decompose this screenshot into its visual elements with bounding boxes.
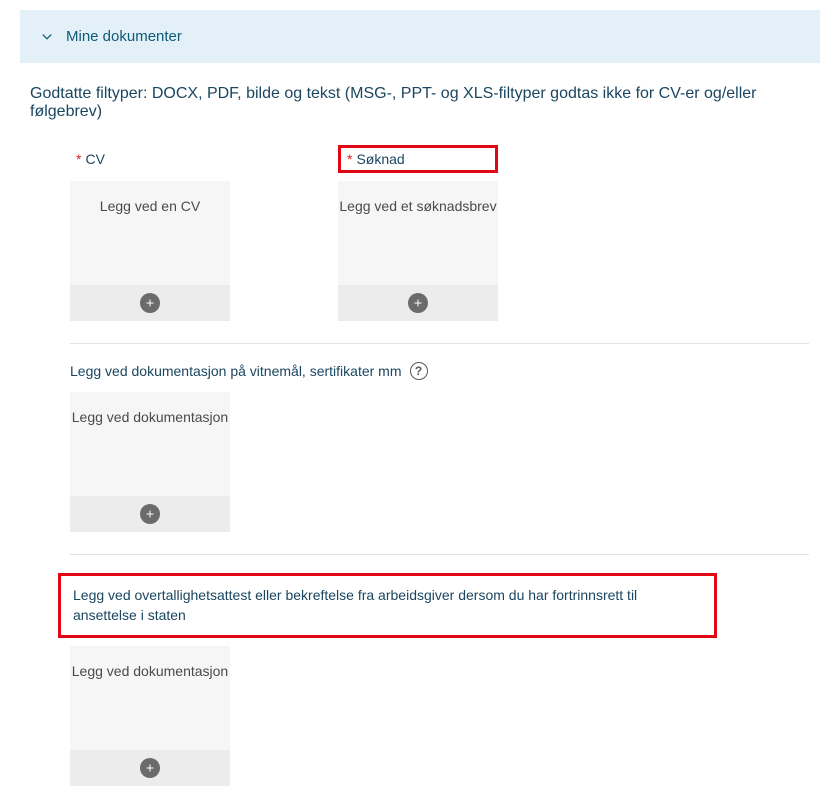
divider (70, 554, 809, 555)
plus-icon (140, 758, 160, 778)
label-soknad: * Søknad (338, 145, 498, 173)
upload-row-cv-soknad: * CV Legg ved en CV * Søknad Legg ved et… (20, 145, 839, 321)
plus-icon (408, 293, 428, 313)
required-mark: * (76, 151, 81, 167)
help-icon[interactable]: ? (410, 362, 428, 380)
plus-icon (140, 504, 160, 524)
plus-icon (140, 293, 160, 313)
upload-card-soknad-text: Legg ved et søknadsbrev (338, 181, 498, 285)
filetypes-note: Godtatte filtyper: DOCX, PDF, bilde og t… (20, 63, 839, 127)
upload-card-cv-footer (70, 285, 230, 321)
upload-card-overtallighet[interactable]: Legg ved dokumentasjon (70, 646, 230, 786)
upload-card-documentation[interactable]: Legg ved dokumentasjon (70, 392, 230, 532)
upload-wrap-overtallighet: Legg ved dokumentasjon (20, 646, 839, 786)
label-overtallighet-highlight: Legg ved overtallighetsattest eller bekr… (58, 573, 717, 638)
field-soknad: * Søknad Legg ved et søknadsbrev (338, 145, 498, 321)
upload-card-documentation-text: Legg ved dokumentasjon (70, 392, 230, 496)
field-cv: * CV Legg ved en CV (70, 145, 230, 321)
upload-card-soknad[interactable]: Legg ved et søknadsbrev (338, 181, 498, 321)
upload-card-soknad-footer (338, 285, 498, 321)
panel-header-mine-dokumenter[interactable]: Mine dokumenter (20, 10, 820, 63)
label-soknad-text: Søknad (356, 151, 404, 167)
upload-card-cv[interactable]: Legg ved en CV (70, 181, 230, 321)
upload-wrap-documentation: Legg ved dokumentasjon (20, 392, 839, 532)
label-cv: * CV (70, 145, 230, 173)
chevron-down-icon (40, 30, 54, 44)
upload-card-overtallighet-text: Legg ved dokumentasjon (70, 646, 230, 750)
upload-card-documentation-footer (70, 496, 230, 532)
label-documentation-text: Legg ved dokumentasjon på vitnemål, sert… (70, 363, 402, 379)
panel-title: Mine dokumenter (66, 28, 182, 45)
label-documentation: Legg ved dokumentasjon på vitnemål, sert… (20, 344, 839, 384)
upload-card-overtallighet-footer (70, 750, 230, 786)
required-mark: * (347, 151, 352, 167)
label-overtallighet-text: Legg ved overtallighetsattest eller bekr… (73, 586, 702, 625)
label-cv-text: CV (85, 151, 104, 167)
upload-card-cv-text: Legg ved en CV (70, 181, 230, 285)
